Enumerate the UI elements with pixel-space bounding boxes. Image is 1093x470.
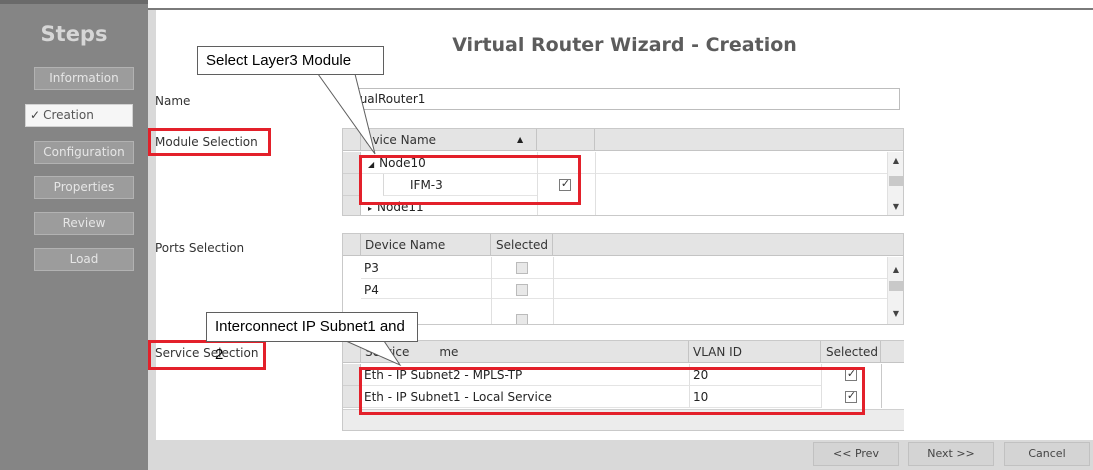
step-creation-label: Creation [43,108,94,122]
service-grid-rowheader-corner [343,341,361,363]
highlight-module-selection [148,128,271,156]
step-information[interactable]: Information [34,67,134,90]
service-col-filler [881,341,904,363]
steps-title: Steps [40,22,108,46]
service-col-vlan-id[interactable]: VLAN ID [689,341,821,363]
highlight-layer3-module [359,155,581,205]
cancel-button[interactable]: Cancel [1004,442,1090,466]
ports-col-device-name[interactable]: Device Name [361,234,491,256]
collapse-arrow-icon[interactable]: ▸ [368,204,372,213]
ports-selection-label: Ports Selection [155,241,245,255]
port-row3-selected-checkbox[interactable] [516,314,528,324]
step-configuration[interactable]: Configuration [34,141,134,164]
ports-grid-rowheader-corner [343,234,361,256]
port-row-p4[interactable]: P4 [361,279,887,299]
module-col-selected[interactable] [537,129,595,151]
callout-select-layer3-module: Select Layer3 Module [197,46,384,75]
module-col-filler [595,129,903,151]
scrollbar-thumb[interactable] [889,281,903,291]
step-review[interactable]: Review [34,212,134,235]
name-input[interactable] [350,88,900,110]
next-button[interactable]: Next >> [908,442,994,466]
sort-ascending-icon: ▲ [517,135,524,144]
ports-grid: Device Name Selected P3 P4 ▲ ▼ [342,233,904,325]
p4-selected-checkbox[interactable] [516,284,528,296]
highlight-services [359,367,865,415]
service-col-selected[interactable]: Selected [821,341,881,363]
scroll-down-icon[interactable]: ▼ [888,202,903,211]
name-label: Name [155,94,191,108]
checkmark-icon: ✓ [30,108,41,122]
ports-col-filler [553,234,903,256]
scroll-down-icon[interactable]: ▼ [888,309,903,318]
steps-sidebar: Steps Information ✓ Creation Configuratio… [0,0,148,470]
module-grid-scrollbar[interactable]: ▲ ▼ [887,152,903,215]
module-grid-rowheader-corner [343,129,361,151]
p3-selected-checkbox[interactable] [516,262,528,274]
service-col-name[interactable]: Service me [361,341,689,363]
ports-col-selected[interactable]: Selected [491,234,553,256]
scrollbar-thumb[interactable] [889,176,903,186]
ports-grid-scrollbar[interactable]: ▲ ▼ [887,257,903,324]
scroll-up-icon[interactable]: ▲ [888,265,903,274]
module-col-device-name-label: evice Name [365,133,437,147]
step-properties[interactable]: Properties [34,176,134,199]
prev-button[interactable]: << Prev [813,442,899,466]
callout-interconnect-subnets: Interconnect IP Subnet1 and 2 [206,312,418,363]
port-row-p3[interactable]: P3 [361,257,887,279]
module-col-device-name[interactable]: evice Name ▲ [361,129,537,151]
service-col-name-part1: Service [365,345,410,359]
service-col-name-part2: me [439,345,459,359]
scroll-up-icon[interactable]: ▲ [888,156,903,165]
step-creation[interactable]: ✓ Creation [25,104,133,127]
step-load[interactable]: Load [34,248,134,271]
highlight-service-selection [148,340,266,370]
